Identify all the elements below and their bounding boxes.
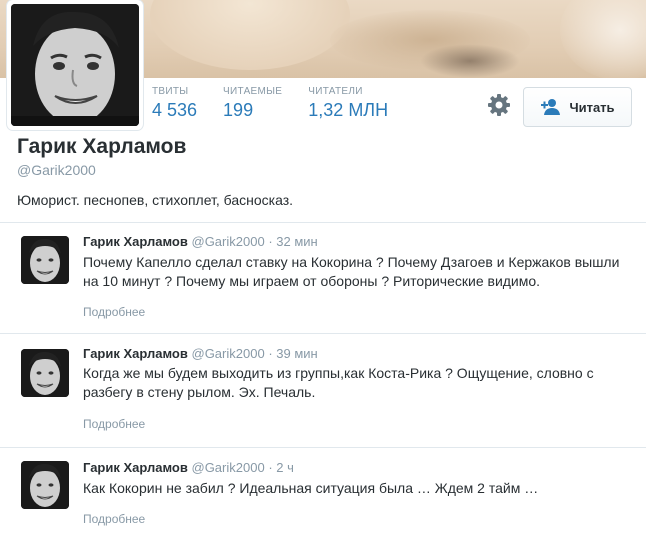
tweet-time[interactable]: · 32 мин: [268, 234, 317, 249]
follow-button-label: Читать: [569, 99, 615, 115]
profile-handle[interactable]: @Garik2000: [17, 162, 96, 178]
stat-value: 4 536: [152, 100, 198, 120]
tweet[interactable]: Гарик Харламов @Garik2000 · 32 мин Почем…: [0, 222, 646, 333]
stat-label: ЧИТАТЕЛИ: [308, 86, 363, 97]
profile-avatar[interactable]: [7, 0, 143, 130]
stat-tweets[interactable]: ТВИТЫ 4 536: [152, 86, 197, 121]
add-user-icon: [540, 98, 562, 116]
tweet-author-handle[interactable]: @Garik2000: [192, 234, 265, 249]
tweet-time[interactable]: · 39 мин: [268, 346, 317, 361]
tweet-text: Когда же мы будем выходить из группы,как…: [83, 365, 594, 400]
tweet[interactable]: Гарик Харламов @Garik2000 · 2 ч Как Коко…: [0, 447, 646, 536]
tweet-avatar[interactable]: [21, 349, 69, 397]
tweet-author-name[interactable]: Гарик Харламов: [83, 346, 188, 361]
follow-button[interactable]: Читать: [523, 87, 632, 127]
tweet-header: Гарик Харламов @Garik2000 · 32 мин: [83, 234, 318, 249]
tweet-header: Гарик Харламов @Garik2000 · 39 мин: [83, 346, 318, 361]
tweet-avatar[interactable]: [21, 236, 69, 284]
stat-following[interactable]: ЧИТАЕМЫЕ 199: [223, 86, 282, 121]
profile-bio: Юморист. песнопев, стихоплет, басносказ.: [17, 192, 294, 208]
avatar-photo: [11, 4, 139, 126]
profile-name[interactable]: Гарик Харламов: [17, 135, 186, 159]
stat-value: 1,32 МЛН: [308, 100, 389, 120]
tweet-text: Как Кокорин не забил ? Идеальная ситуаци…: [83, 480, 539, 496]
stat-label: ЧИТАЕМЫЕ: [223, 86, 283, 97]
tweet-author-handle[interactable]: @Garik2000: [192, 460, 265, 475]
tweet-details-link[interactable]: Подробнее: [83, 305, 145, 319]
tweet-avatar[interactable]: [21, 461, 69, 509]
profile-stats: ТВИТЫ 4 536 ЧИТАЕМЫЕ 199 ЧИТАТЕЛИ 1,32 М…: [152, 86, 414, 121]
tweet-time[interactable]: · 2 ч: [268, 460, 294, 475]
stat-followers[interactable]: ЧИТАТЕЛИ 1,32 МЛН: [308, 86, 388, 121]
stat-value: 199: [223, 100, 254, 120]
gear-icon[interactable]: [487, 93, 511, 117]
tweet-text: Почему Капелло сделал ставку на Кокорина…: [83, 254, 620, 289]
tweet-details-link[interactable]: Подробнее: [83, 512, 145, 526]
tweet[interactable]: Гарик Харламов @Garik2000 · 39 мин Когда…: [0, 333, 646, 447]
tweet-author-name[interactable]: Гарик Харламов: [83, 234, 188, 249]
tweet-details-link[interactable]: Подробнее: [83, 417, 145, 431]
tweet-author-handle[interactable]: @Garik2000: [192, 346, 265, 361]
tweet-header: Гарик Харламов @Garik2000 · 2 ч: [83, 460, 294, 475]
tweet-author-name[interactable]: Гарик Харламов: [83, 460, 188, 475]
stat-label: ТВИТЫ: [152, 86, 189, 97]
